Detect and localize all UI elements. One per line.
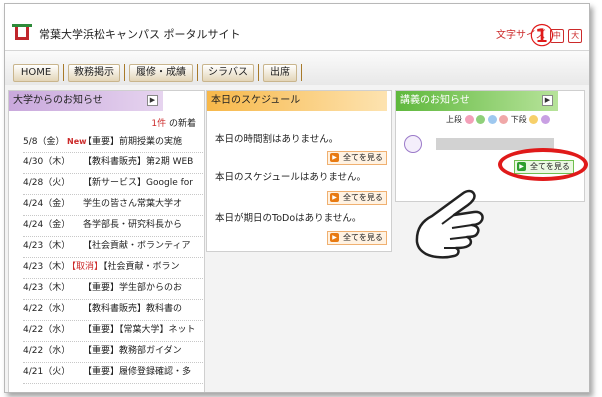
news-date: 4/23（木）	[23, 262, 71, 272]
news-date: 5/8（金）	[23, 137, 65, 147]
color-dot-pink[interactable]	[464, 115, 474, 124]
play-icon: ▶	[330, 153, 339, 162]
news-row[interactable]: 4/23（木） 【社会貢献・ボランティア	[23, 236, 204, 258]
display-order-row: 上段 下段	[446, 114, 550, 125]
browser-frame: 常葉大学浜松キャンパス ポータルサイト 文字サイズ 中 大 HOME 教務掲示 …	[4, 3, 590, 393]
news-title[interactable]: 【教科書販売】第2期 WEB	[83, 157, 193, 167]
site-title: 常葉大学浜松キャンパス ポータルサイト	[39, 28, 241, 41]
news-title[interactable]: 【重要】学生部からのお	[83, 283, 182, 293]
university-logo-icon	[12, 24, 32, 40]
view-all-todo-button[interactable]: ▶ 全てを見る	[327, 231, 387, 245]
news-row[interactable]: 4/30（木） 【教科書販売】第2期 WEB	[23, 152, 204, 174]
news-title[interactable]: 【重要】前期授業の実施	[83, 137, 182, 147]
view-all-label: 全てを見る	[343, 233, 383, 242]
nav-separator	[63, 64, 64, 81]
nav-home[interactable]: HOME	[13, 64, 59, 82]
news-count: 1件 の新着	[151, 116, 196, 129]
news-date: 4/28（火）	[23, 178, 71, 188]
news-title[interactable]: 各学部長・研究科長から	[83, 220, 182, 230]
expand-arrow-icon[interactable]: ▶	[147, 95, 158, 106]
news-title[interactable]: 【重要】履修登録確認・多	[83, 367, 191, 377]
lecture-panel-header: 講義のお知らせ ▶	[396, 91, 558, 111]
cancel-label: 【取消】	[67, 262, 104, 272]
news-date: 4/30（木）	[23, 157, 71, 167]
nav-registration-grades[interactable]: 履修・成績	[129, 64, 193, 82]
news-date: 4/22（水）	[23, 304, 71, 314]
site-header: 常葉大学浜松キャンパス ポータルサイト 文字サイズ 中 大	[5, 4, 589, 51]
news-date: 4/23（木）	[23, 283, 71, 293]
news-title[interactable]: 【教科書販売】教科書の	[83, 304, 182, 314]
news-date: 4/21（火）	[23, 367, 71, 377]
university-news-panel: 大学からのお知らせ ▶ 1件 の新着 5/8（金） New【重要】前期授業の実施 …	[8, 90, 205, 392]
news-row[interactable]: 4/21（火） 【重要】履修登録確認・多	[23, 362, 204, 384]
main-nav: HOME 教務掲示 履修・成績 シラバス 出席	[5, 51, 589, 85]
lecture-panel-title: 講義のお知らせ	[400, 95, 470, 106]
news-row[interactable]: 4/23（木） 【重要】学生部からのお	[23, 278, 204, 300]
play-icon: ▶	[330, 193, 339, 202]
font-size-large-button[interactable]: 大	[568, 29, 583, 43]
today-schedule-panel: 本日のスケジュール 本日の時間割はありません。 ▶ 全てを見る 本日のスケジュール…	[206, 90, 392, 252]
news-date: 4/24（金）	[23, 199, 71, 209]
news-date: 4/22（水）	[23, 346, 71, 356]
expand-arrow-icon[interactable]: ▶	[542, 95, 553, 106]
color-dot-purple[interactable]	[540, 115, 550, 124]
news-title[interactable]: 【重要】【常葉大学】ネット	[83, 325, 196, 335]
news-panel-header: 大学からのお知らせ ▶	[9, 91, 163, 111]
nav-academic-notices[interactable]: 教務掲示	[68, 64, 120, 82]
news-row[interactable]: 4/24（金） 学生の皆さん常葉大学オ	[23, 194, 204, 216]
news-row[interactable]: 4/28（火） 【新サービス】Google for	[23, 173, 204, 195]
news-row[interactable]: 4/22（水） 【教科書販売】教科書の	[23, 299, 204, 321]
news-title[interactable]: 学生の皆さん常葉大学オ	[83, 199, 182, 209]
news-title[interactable]: 【重要】教務部ガイダン	[83, 346, 182, 356]
timetable-message: 本日の時間割はありません。	[215, 134, 339, 145]
step-number-badge: ①	[528, 19, 556, 54]
schedule-panel-title: 本日のスケジュール	[211, 95, 301, 106]
nav-separator	[258, 64, 259, 81]
news-row[interactable]: 4/22（水） 【重要】【常葉大学】ネット	[23, 320, 204, 342]
lecture-category-icon	[404, 135, 422, 153]
highlight-oval	[498, 148, 588, 181]
news-title[interactable]: 【新サービス】Google for	[83, 178, 193, 188]
news-row[interactable]: 4/22（水） 【重要】教務部ガイダン	[23, 341, 204, 363]
order-bottom-label: 下段	[510, 115, 527, 124]
color-dot-yellow[interactable]	[529, 115, 539, 124]
new-badge: New	[67, 137, 87, 146]
news-title[interactable]: 【社会貢献・ボランティア	[83, 241, 190, 251]
news-row[interactable]: 4/24（金） 各学部長・研究科長から	[23, 215, 204, 237]
color-dot-green[interactable]	[476, 115, 486, 124]
nav-attendance[interactable]: 出席	[263, 64, 297, 82]
play-icon: ▶	[330, 233, 339, 242]
news-panel-title: 大学からのお知らせ	[13, 95, 103, 106]
view-all-label: 全てを見る	[343, 193, 383, 202]
news-count-suffix: の新着	[168, 119, 196, 129]
view-all-label: 全てを見る	[343, 153, 383, 162]
color-dot-red[interactable]	[499, 115, 509, 124]
schedule-panel-header: 本日のスケジュール	[207, 91, 387, 111]
news-count-number: 1件	[151, 119, 167, 129]
todo-message: 本日が期日のToDoはありません。	[215, 213, 362, 224]
news-date: 4/23（木）	[23, 241, 71, 251]
nav-separator	[197, 64, 198, 81]
nav-syllabus[interactable]: シラバス	[202, 64, 254, 82]
nav-separator	[301, 64, 302, 81]
news-date: 4/24（金）	[23, 220, 71, 230]
color-dot-blue[interactable]	[487, 115, 497, 124]
order-top-label: 上段	[446, 115, 462, 124]
news-row[interactable]: 4/23（木）【取消】【社会貢献・ボラン	[23, 257, 204, 279]
view-all-schedule-button[interactable]: ▶ 全てを見る	[327, 191, 387, 205]
news-date: 4/22（水）	[23, 325, 71, 335]
view-all-timetable-button[interactable]: ▶ 全てを見る	[327, 151, 387, 165]
nav-separator	[124, 64, 125, 81]
news-title[interactable]: 【社会貢献・ボラン	[103, 262, 180, 272]
pointing-hand-icon	[415, 189, 484, 259]
news-row[interactable]: 5/8（金） New【重要】前期授業の実施	[23, 131, 204, 153]
schedule-message: 本日のスケジュールはありません。	[215, 172, 367, 183]
